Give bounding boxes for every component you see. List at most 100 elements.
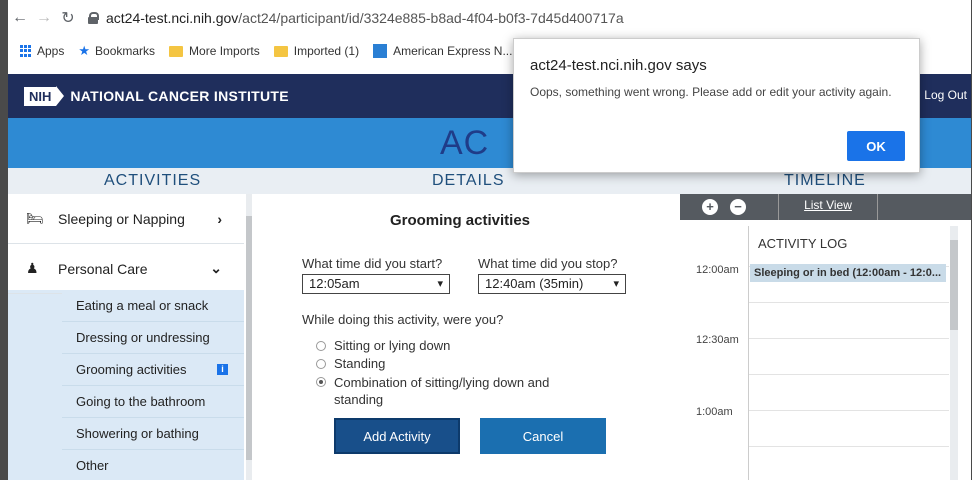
timeline-event-sleeping[interactable]: Sleeping or in bed (12:00am - 12:0... bbox=[750, 264, 946, 282]
button-label: OK bbox=[866, 138, 886, 154]
option-standing[interactable]: Standing bbox=[316, 356, 385, 371]
radio-selected-icon[interactable] bbox=[316, 377, 326, 387]
radio-icon[interactable] bbox=[316, 359, 326, 369]
act24-logo: AC bbox=[440, 124, 490, 162]
time-label: 1:00am bbox=[696, 406, 733, 418]
sidebar-item-label: Sleeping or Napping bbox=[58, 210, 185, 227]
chevron-right-icon: › bbox=[217, 210, 222, 227]
sidebar-item-personal-care[interactable]: ♟ Personal Care ⌄ bbox=[8, 244, 244, 294]
option-label: Standing bbox=[334, 356, 386, 371]
subitem-label: Going to the bathroom bbox=[76, 394, 206, 409]
activities-heading: ACTIVITIES bbox=[104, 172, 202, 189]
option-sitting[interactable]: Sitting or lying down bbox=[316, 338, 450, 353]
grid-line bbox=[749, 302, 949, 303]
position-question: While doing this activity, were you? bbox=[302, 312, 504, 327]
apps-grid-icon bbox=[20, 45, 32, 57]
subitem-dressing[interactable]: Dressing or undressing bbox=[62, 322, 244, 354]
scrollbar-thumb[interactable] bbox=[246, 216, 252, 460]
dialog-message: Oops, something went wrong. Please add o… bbox=[530, 85, 892, 99]
nih-logo-box: NIH bbox=[24, 86, 57, 106]
chevron-down-icon: ⌄ bbox=[210, 260, 222, 276]
bookmark-label: American Express N... bbox=[393, 44, 513, 58]
option-label-continued: standing bbox=[334, 392, 384, 407]
start-time-value: 12:05am bbox=[309, 276, 360, 291]
sidebar-item-sleeping[interactable]: 🛏 Sleeping or Napping › bbox=[8, 194, 244, 244]
subitem-label: Dressing or undressing bbox=[76, 330, 210, 345]
bookmark-american-express[interactable]: American Express N... bbox=[373, 44, 512, 58]
zoom-in-icon[interactable]: + bbox=[702, 199, 718, 215]
forward-icon[interactable]: → bbox=[32, 9, 56, 27]
add-activity-button[interactable]: Add Activity bbox=[334, 418, 460, 454]
browser-window: ← → ↻ act24-test.nci.nih.gov/act24/parti… bbox=[0, 0, 972, 480]
bookmark-bookmarks[interactable]: ★ Bookmarks bbox=[78, 43, 155, 59]
bookmark-label: Imported (1) bbox=[293, 44, 360, 58]
subitem-eating[interactable]: Eating a meal or snack bbox=[62, 290, 244, 322]
grid-line bbox=[749, 410, 949, 411]
option-label: Combination of sitting/lying down and bbox=[334, 375, 550, 390]
activity-log-title: ACTIVITY LOG bbox=[758, 236, 848, 251]
timeline-heading: TIMELINE bbox=[784, 172, 866, 189]
folder-icon bbox=[169, 45, 184, 57]
nih-logo[interactable]: NIH NATIONAL CANCER INSTITUTE bbox=[24, 86, 289, 106]
url-field[interactable]: act24-test.nci.nih.gov/act24/participant… bbox=[106, 10, 624, 26]
bookmark-label: Bookmarks bbox=[95, 44, 156, 58]
person-icon: ♟ bbox=[26, 260, 39, 276]
bed-icon: 🛏 bbox=[26, 210, 44, 226]
grid-line bbox=[749, 338, 949, 339]
info-icon[interactable]: i bbox=[217, 364, 228, 375]
stop-time-value: 12:40am (35min) bbox=[485, 276, 584, 291]
start-time-select[interactable]: 12:05am bbox=[302, 274, 450, 294]
url-host: act24-test.nci.nih.gov bbox=[106, 10, 239, 26]
cancel-button[interactable]: Cancel bbox=[480, 418, 606, 454]
timeline-scrollbar[interactable] bbox=[950, 226, 958, 480]
bookmark-more-imports[interactable]: More Imports bbox=[169, 44, 260, 58]
amex-icon bbox=[373, 44, 388, 58]
button-label: Cancel bbox=[522, 428, 564, 444]
start-time-label: What time did you start? bbox=[302, 256, 443, 271]
subitem-label: Eating a meal or snack bbox=[76, 298, 209, 313]
subitem-label: Other bbox=[76, 458, 109, 473]
activity-title: Grooming activities bbox=[389, 212, 531, 229]
back-icon[interactable]: ← bbox=[8, 9, 32, 27]
button-label: Add Activity bbox=[363, 428, 431, 444]
time-label: 12:00am bbox=[696, 264, 739, 276]
bookmark-apps[interactable]: Apps bbox=[20, 44, 64, 58]
grid-line bbox=[749, 446, 949, 447]
list-view-link[interactable]: List View bbox=[778, 194, 878, 220]
reload-icon[interactable]: ↻ bbox=[56, 8, 80, 28]
subitem-label: Showering or bathing bbox=[76, 426, 199, 441]
ok-button[interactable]: OK bbox=[847, 131, 905, 161]
timeline-toolbar: + − List View bbox=[680, 194, 971, 220]
bookmark-imported[interactable]: Imported (1) bbox=[273, 44, 360, 58]
address-bar: ← → ↻ act24-test.nci.nih.gov/act24/parti… bbox=[8, 0, 971, 36]
time-label: 12:30am bbox=[696, 334, 739, 346]
option-combination[interactable]: Combination of sitting/lying down and sta… bbox=[316, 374, 549, 408]
subitem-other[interactable]: Other bbox=[62, 450, 244, 480]
dialog-title: act24-test.nci.nih.gov says bbox=[530, 57, 707, 74]
institute-name: NATIONAL CANCER INSTITUTE bbox=[70, 88, 289, 104]
subitem-showering[interactable]: Showering or bathing bbox=[62, 418, 244, 450]
details-pane: Grooming activities What time did you st… bbox=[260, 194, 680, 480]
scrollbar-thumb[interactable] bbox=[950, 240, 958, 330]
timeline-pane: + − List View 12:00am 12:30am 1:00am ACT… bbox=[680, 194, 971, 480]
stop-time-label: What time did you stop? bbox=[478, 256, 618, 271]
option-label: Sitting or lying down bbox=[334, 338, 451, 353]
url-path: /act24/participant/id/3324e885-b8ad-4f04… bbox=[238, 10, 624, 26]
radio-icon[interactable] bbox=[316, 341, 326, 351]
stop-time-select[interactable]: 12:40am (35min) bbox=[478, 274, 626, 294]
alert-dialog: act24-test.nci.nih.gov says Oops, someth… bbox=[513, 38, 920, 173]
sidebar-scrollbar[interactable] bbox=[246, 194, 252, 480]
bookmark-label: Apps bbox=[37, 44, 65, 58]
grid-line bbox=[749, 374, 949, 375]
subitem-bathroom[interactable]: Going to the bathroom bbox=[62, 386, 244, 418]
subitem-grooming[interactable]: Grooming activities i bbox=[62, 354, 244, 386]
nih-arrow-icon bbox=[56, 86, 65, 106]
subitem-label: Grooming activities bbox=[76, 362, 187, 377]
bookmark-label: More Imports bbox=[189, 44, 260, 58]
star-icon: ★ bbox=[78, 43, 91, 58]
lock-icon bbox=[88, 12, 99, 24]
activities-sidebar: 🛏 Sleeping or Napping › ♟ Personal Care … bbox=[8, 194, 252, 480]
zoom-out-icon[interactable]: − bbox=[730, 199, 746, 215]
details-heading: DETAILS bbox=[432, 172, 505, 189]
folder-icon bbox=[273, 45, 288, 57]
